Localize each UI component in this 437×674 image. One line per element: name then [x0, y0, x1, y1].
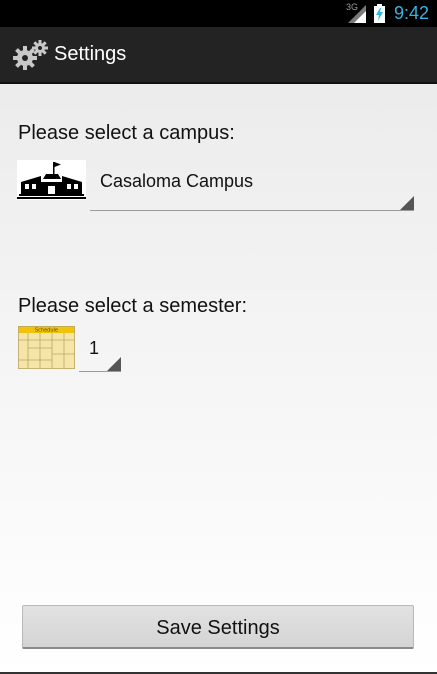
semester-selected-value: 1 — [89, 338, 100, 358]
semester-label: Please select a semester: — [18, 295, 247, 317]
save-settings-button[interactable]: Save Settings — [22, 605, 414, 649]
action-bar: Settings — [0, 27, 437, 84]
gear-icon — [13, 40, 48, 70]
svg-text:Schedule: Schedule — [35, 328, 58, 334]
dropdown-corner-icon — [400, 196, 414, 210]
status-bar: 3G 9:42 — [0, 0, 437, 27]
campus-selected-value: Casaloma Campus — [100, 171, 254, 191]
school-icon — [17, 160, 86, 200]
signal-icon — [348, 5, 366, 23]
battery-icon — [374, 4, 385, 23]
clock: 9:42 — [394, 3, 430, 23]
campus-spinner[interactable]: Casaloma Campus — [90, 160, 414, 211]
semester-spinner[interactable]: 1 — [79, 326, 121, 372]
calendar-icon: Schedule — [18, 326, 75, 369]
page-title: Settings — [54, 43, 127, 65]
dropdown-corner-icon — [107, 357, 121, 371]
campus-label: Please select a campus: — [18, 122, 235, 144]
